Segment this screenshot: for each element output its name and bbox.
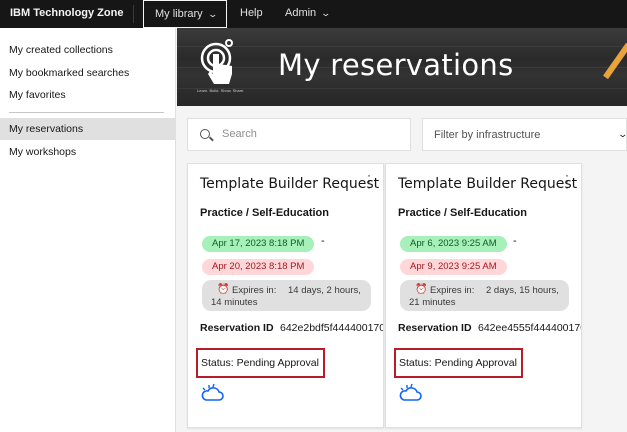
sidebar-item-reservations[interactable]: My reservations bbox=[0, 118, 176, 140]
banner-texture bbox=[177, 88, 627, 89]
expiry-info: ⏰ Expires in: 14 days, 2 hours, 14 minut… bbox=[202, 280, 371, 311]
logo-caption: Learn. Build. Show. Share. bbox=[197, 88, 245, 93]
nav-help[interactable]: Help bbox=[240, 0, 263, 28]
infrastructure-filter-dropdown[interactable]: Filter by infrastructure ⌄ bbox=[422, 118, 627, 151]
status-text: Status: Pending Approval bbox=[201, 357, 319, 369]
reservation-id-label: Reservation ID bbox=[398, 322, 472, 334]
expires-label: Expires in: bbox=[232, 285, 277, 296]
nav-admin-label: Admin bbox=[285, 7, 317, 19]
page-title: My reservations bbox=[278, 48, 514, 82]
banner-pencil-decoration bbox=[603, 42, 627, 80]
chevron-down-icon: ⌄ bbox=[320, 8, 332, 18]
chevron-down-icon: ⌄ bbox=[617, 129, 627, 139]
card-title: Template Builder Request bbox=[200, 176, 380, 192]
expires-value-continued: 21 minutes bbox=[409, 297, 456, 308]
brand-divider bbox=[133, 5, 134, 23]
top-navigation-bar: IBM Technology Zone My library ⌄ Help Adm… bbox=[0, 0, 627, 28]
reservation-card[interactable]: Template Builder Request · · · Practice / … bbox=[385, 163, 582, 428]
search-input[interactable]: Search bbox=[187, 118, 411, 151]
ibm-cloud-icon bbox=[201, 383, 224, 401]
chevron-down-icon: ⌄ bbox=[207, 9, 218, 19]
status-text: Status: Pending Approval bbox=[399, 357, 517, 369]
nav-help-label: Help bbox=[240, 7, 263, 19]
overflow-menu-icon[interactable]: · · · bbox=[366, 169, 372, 193]
expires-label: Expires in: bbox=[430, 285, 475, 296]
filter-label: Filter by infrastructure bbox=[434, 129, 541, 141]
page-banner: Learn. Build. Show. Share. My reservatio… bbox=[177, 28, 627, 106]
expires-value-continued: 14 minutes bbox=[211, 297, 258, 308]
status-highlight: Status: Pending Approval bbox=[196, 348, 325, 378]
card-type: Practice / Self-Education bbox=[200, 207, 329, 219]
alarm-clock-icon: ⏰ bbox=[217, 284, 230, 295]
end-date-tag: Apr 20, 2023 8:18 PM bbox=[202, 259, 315, 275]
reservation-id-label: Reservation ID bbox=[200, 322, 274, 334]
nav-my-library-label: My library bbox=[155, 8, 203, 20]
search-placeholder: Search bbox=[222, 128, 257, 140]
status-highlight: Status: Pending Approval bbox=[394, 348, 523, 378]
brand-name[interactable]: IBM Technology Zone bbox=[10, 7, 123, 19]
card-title: Template Builder Request bbox=[398, 176, 578, 192]
sidebar: My created collections My bookmarked sea… bbox=[0, 28, 176, 432]
alarm-clock-icon: ⏰ bbox=[415, 284, 428, 295]
date-range-dash: - bbox=[321, 235, 325, 247]
reservation-card[interactable]: Template Builder Request · · · Practice / … bbox=[187, 163, 384, 428]
banner-texture bbox=[177, 46, 627, 47]
sidebar-divider bbox=[9, 112, 164, 113]
ibm-cloud-icon bbox=[399, 383, 422, 401]
reservation-id-value: 642e2bdf5f4444001700 bbox=[280, 322, 384, 334]
overflow-menu-icon[interactable]: · · · bbox=[564, 169, 570, 193]
sidebar-item-favorites[interactable]: My favorites bbox=[0, 84, 176, 106]
start-date-tag: Apr 6, 2023 9:25 AM bbox=[400, 236, 507, 252]
reservation-id-value: 642ee4555f4444001700 bbox=[478, 322, 582, 334]
expires-value: 2 days, 15 hours, bbox=[486, 285, 559, 296]
date-range-dash: - bbox=[513, 235, 517, 247]
sidebar-item-created-collections[interactable]: My created collections bbox=[0, 39, 176, 61]
end-date-tag: Apr 9, 2023 9:25 AM bbox=[400, 259, 507, 275]
nav-admin[interactable]: Admin ⌄ bbox=[285, 0, 332, 28]
sidebar-item-workshops[interactable]: My workshops bbox=[0, 141, 176, 163]
sidebar-item-bookmarked-searches[interactable]: My bookmarked searches bbox=[0, 62, 176, 84]
search-icon bbox=[200, 129, 210, 139]
expiry-info: ⏰ Expires in: 2 days, 15 hours, 21 minut… bbox=[400, 280, 569, 311]
start-date-tag: Apr 17, 2023 8:18 PM bbox=[202, 236, 315, 252]
card-type: Practice / Self-Education bbox=[398, 207, 527, 219]
nav-my-library[interactable]: My library ⌄ bbox=[143, 0, 227, 28]
expires-value: 14 days, 2 hours, bbox=[288, 285, 361, 296]
